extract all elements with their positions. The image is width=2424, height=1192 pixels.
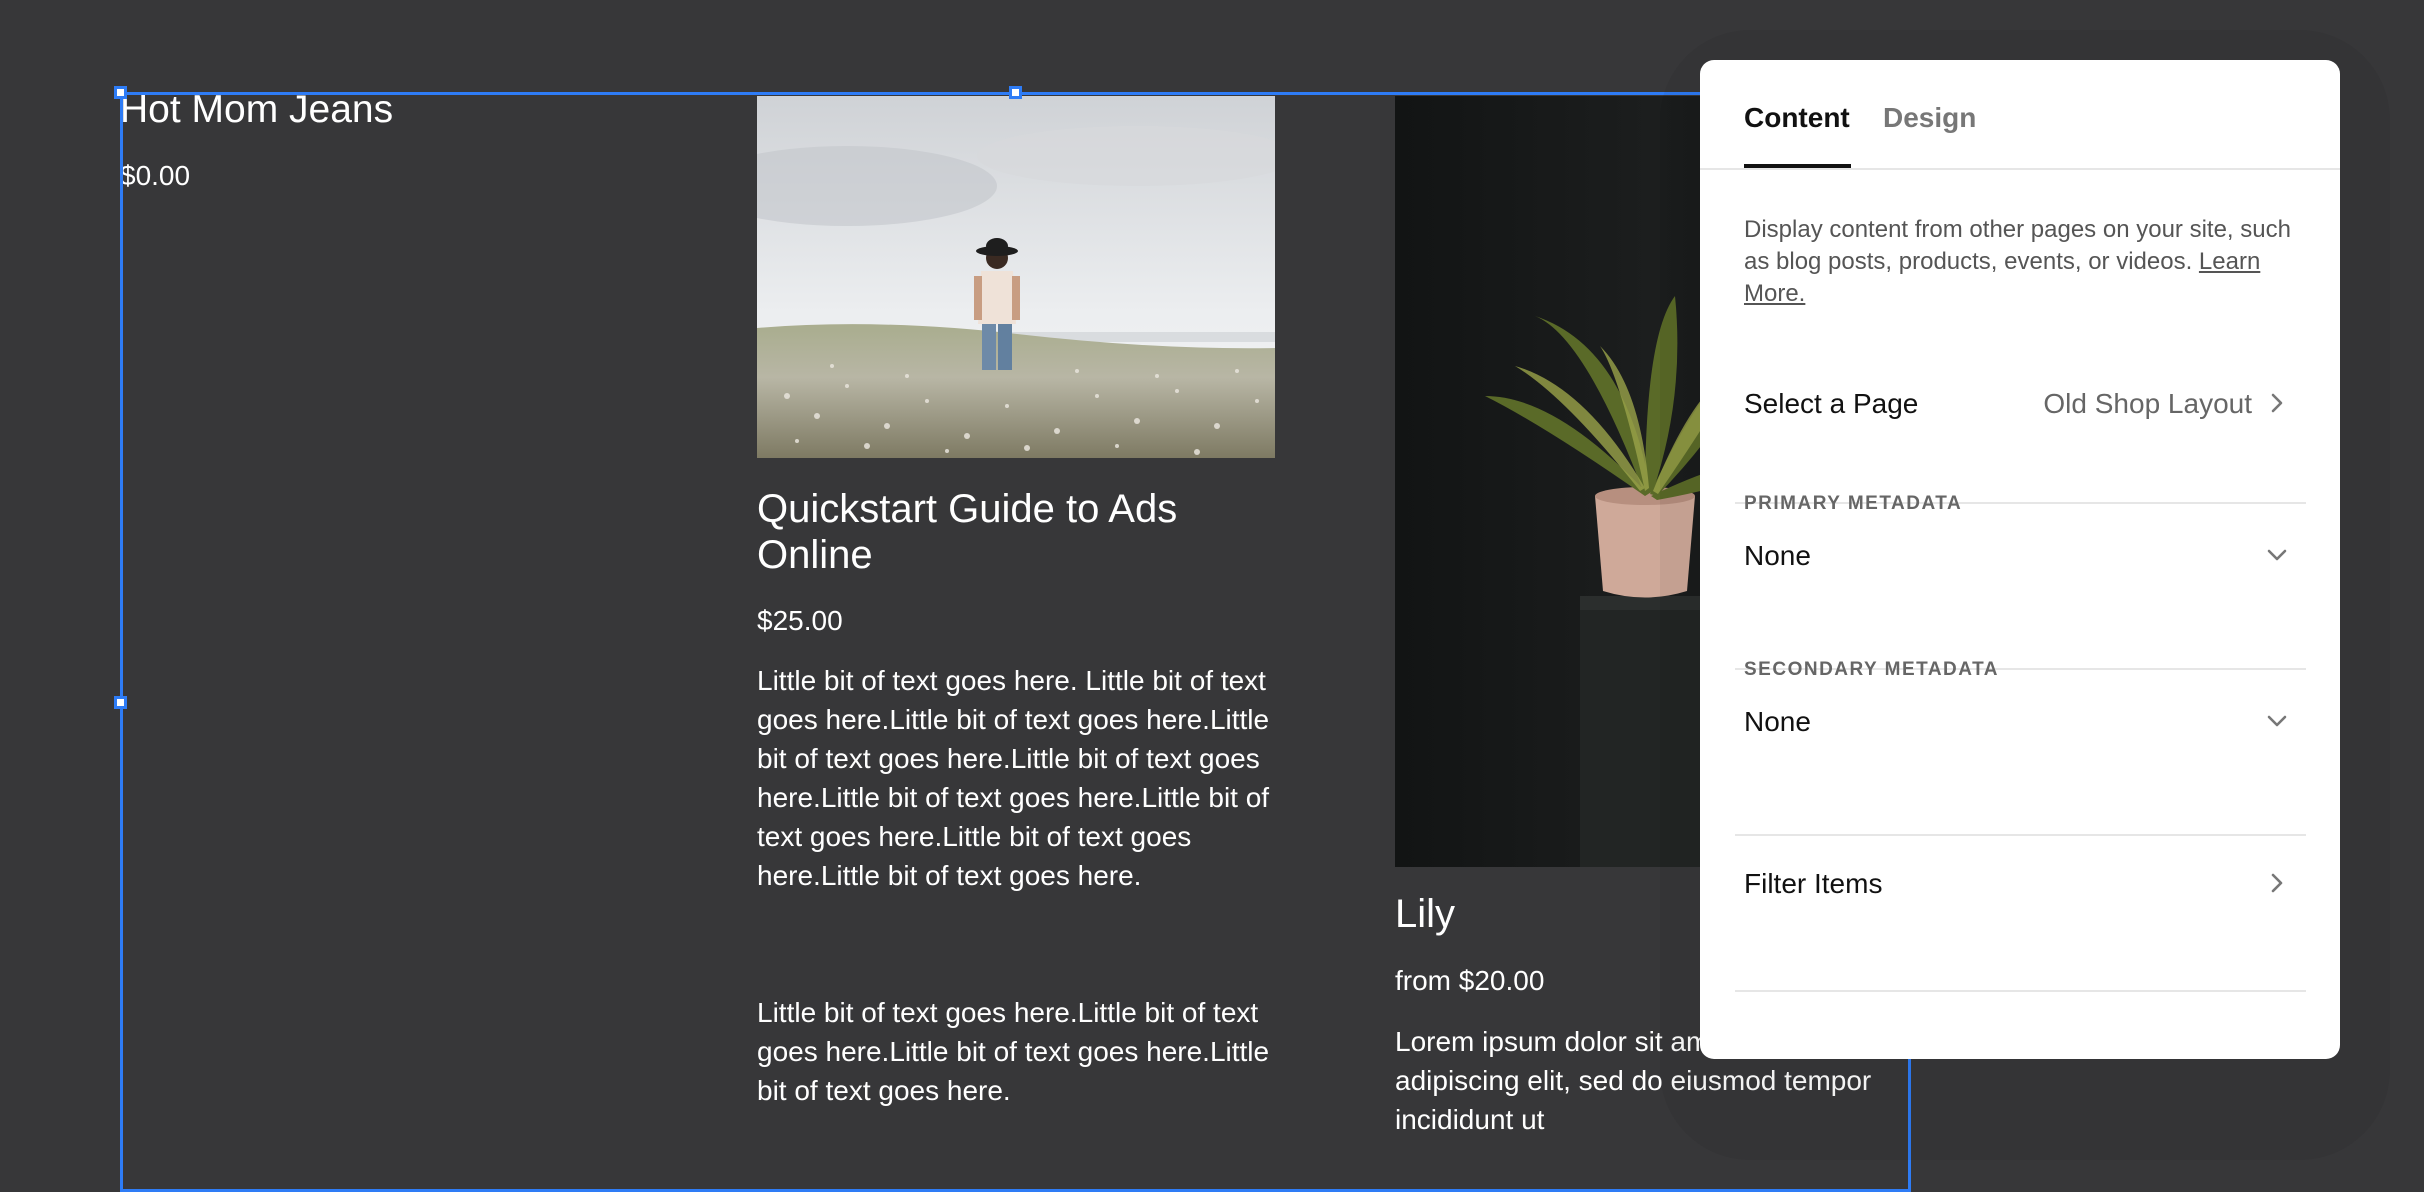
product-description: Little bit of text goes here. Little bit… <box>757 665 1270 891</box>
product-price: $0.00 <box>120 160 191 191</box>
select-page-value: Old Shop Layout <box>2043 388 2252 419</box>
primary-metadata-select[interactable]: None <box>1735 540 2306 670</box>
secondary-metadata-value: None <box>1744 706 1811 737</box>
primary-metadata-value: None <box>1744 540 1811 571</box>
chevron-down-icon <box>2262 540 2292 570</box>
product-price: from $20.00 <box>1395 965 1545 996</box>
chevron-right-icon <box>2262 388 2292 418</box>
select-page-row[interactable]: Select a Page Old Shop Layout <box>1735 388 2306 504</box>
active-tab-indicator <box>1744 164 1851 168</box>
secondary-metadata-select[interactable]: None <box>1735 706 2306 836</box>
resize-handle-top[interactable] <box>1009 86 1022 99</box>
product-price: $25.00 <box>757 605 843 636</box>
resize-handle-top-left[interactable] <box>114 86 127 99</box>
resize-handle-left[interactable] <box>114 696 127 709</box>
primary-metadata-label: PRIMARY METADATA <box>1744 493 1963 514</box>
panel-description: Display content from other pages on your… <box>1744 214 2304 310</box>
editor-canvas: Hot Mom Jeans $0.00 Quickstart Guide to … <box>0 0 2424 1192</box>
tab-design[interactable]: Design <box>1883 102 1976 134</box>
product-title[interactable]: Lily <box>1395 892 1455 937</box>
summary-block-settings-panel: Content Design Display content from othe… <box>1700 60 2340 1059</box>
product-title[interactable]: Hot Mom Jeans <box>120 88 393 132</box>
product-description: Little bit of text goes here.Little bit … <box>757 997 1270 1106</box>
product-image-field-woman[interactable] <box>757 96 1275 458</box>
filter-items-label: Filter Items <box>1744 868 1883 899</box>
panel-tabs: Content Design <box>1700 60 2340 170</box>
secondary-metadata-label: SECONDARY METADATA <box>1744 659 1999 680</box>
chevron-down-icon <box>2262 706 2292 736</box>
chevron-right-icon <box>2262 868 2292 898</box>
tab-content[interactable]: Content <box>1744 102 1850 134</box>
filter-items-row[interactable]: Filter Items <box>1735 868 2306 992</box>
select-page-label: Select a Page <box>1744 388 1919 419</box>
product-title[interactable]: Quickstart Guide to Ads Online <box>757 486 1297 578</box>
